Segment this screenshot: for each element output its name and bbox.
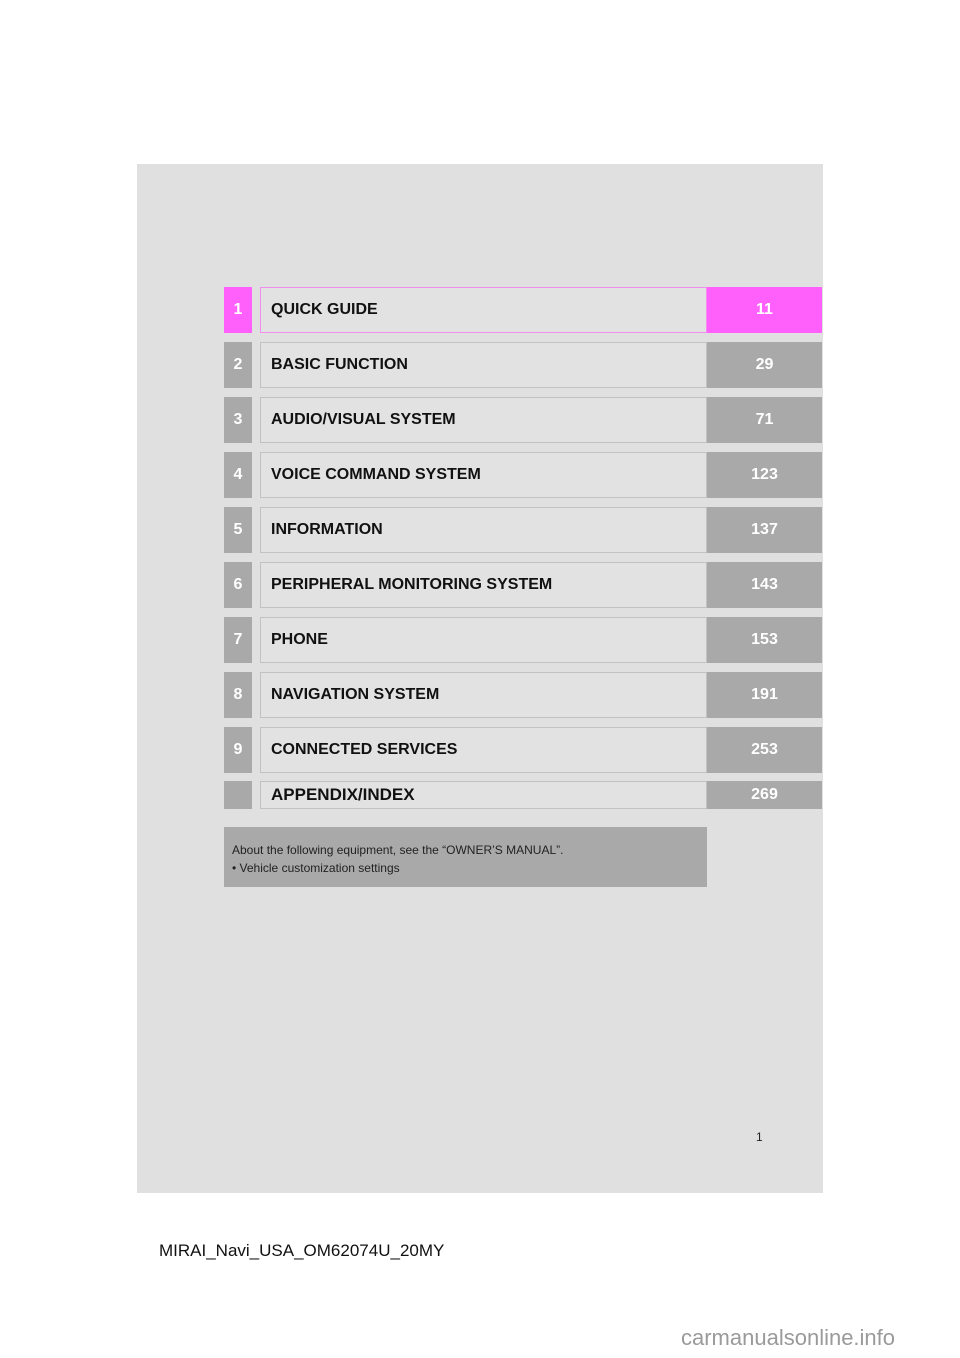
section-page[interactable]: 29 bbox=[707, 342, 822, 388]
section-page[interactable]: 191 bbox=[707, 672, 822, 718]
toc-item-peripheral-monitoring[interactable]: 6 PERIPHERAL MONITORING SYSTEM 143 bbox=[224, 562, 822, 608]
section-page[interactable]: 253 bbox=[707, 727, 822, 773]
page-number: 1 bbox=[756, 1130, 763, 1144]
section-number: 3 bbox=[224, 397, 252, 443]
section-title[interactable]: INFORMATION bbox=[260, 507, 707, 553]
section-number: 7 bbox=[224, 617, 252, 663]
owners-manual-note: About the following equipment, see the “… bbox=[224, 827, 707, 887]
document-id: MIRAI_Navi_USA_OM62074U_20MY bbox=[159, 1241, 445, 1260]
section-number: 8 bbox=[224, 672, 252, 718]
section-number: 9 bbox=[224, 727, 252, 773]
section-page[interactable]: 71 bbox=[707, 397, 822, 443]
section-page[interactable]: 143 bbox=[707, 562, 822, 608]
toc-item-information[interactable]: 5 INFORMATION 137 bbox=[224, 507, 822, 553]
section-page[interactable]: 11 bbox=[707, 287, 822, 333]
toc-item-quick-guide[interactable]: 1 QUICK GUIDE 11 bbox=[224, 287, 822, 333]
toc-item-navigation[interactable]: 8 NAVIGATION SYSTEM 191 bbox=[224, 672, 822, 718]
toc-item-connected-services[interactable]: 9 CONNECTED SERVICES 253 bbox=[224, 727, 822, 773]
section-page[interactable]: 137 bbox=[707, 507, 822, 553]
section-page[interactable]: 269 bbox=[707, 781, 822, 809]
section-number bbox=[224, 781, 252, 809]
toc-item-voice-command[interactable]: 4 VOICE COMMAND SYSTEM 123 bbox=[224, 452, 822, 498]
toc-item-audio-visual[interactable]: 3 AUDIO/VISUAL SYSTEM 71 bbox=[224, 397, 822, 443]
section-number: 5 bbox=[224, 507, 252, 553]
note-text: About the following equipment, see the “… bbox=[232, 843, 564, 857]
section-number: 4 bbox=[224, 452, 252, 498]
section-number: 1 bbox=[224, 287, 252, 333]
toc-item-basic-function[interactable]: 2 BASIC FUNCTION 29 bbox=[224, 342, 822, 388]
section-title[interactable]: VOICE COMMAND SYSTEM bbox=[260, 452, 707, 498]
section-title[interactable]: PHONE bbox=[260, 617, 707, 663]
watermark: carmanualsonline.info bbox=[681, 1325, 896, 1350]
section-number: 2 bbox=[224, 342, 252, 388]
section-title[interactable]: CONNECTED SERVICES bbox=[260, 727, 707, 773]
section-title[interactable]: NAVIGATION SYSTEM bbox=[260, 672, 707, 718]
note-bullet: • Vehicle customization settings bbox=[232, 861, 400, 875]
section-number: 6 bbox=[224, 562, 252, 608]
section-title[interactable]: BASIC FUNCTION bbox=[260, 342, 707, 388]
section-title[interactable]: PERIPHERAL MONITORING SYSTEM bbox=[260, 562, 707, 608]
toc-item-phone[interactable]: 7 PHONE 153 bbox=[224, 617, 822, 663]
section-title[interactable]: APPENDIX/INDEX bbox=[260, 781, 707, 809]
section-title[interactable]: QUICK GUIDE bbox=[260, 287, 707, 333]
toc-item-appendix-index[interactable]: APPENDIX/INDEX 269 bbox=[224, 781, 822, 809]
section-title[interactable]: AUDIO/VISUAL SYSTEM bbox=[260, 397, 707, 443]
section-page[interactable]: 123 bbox=[707, 452, 822, 498]
section-page[interactable]: 153 bbox=[707, 617, 822, 663]
